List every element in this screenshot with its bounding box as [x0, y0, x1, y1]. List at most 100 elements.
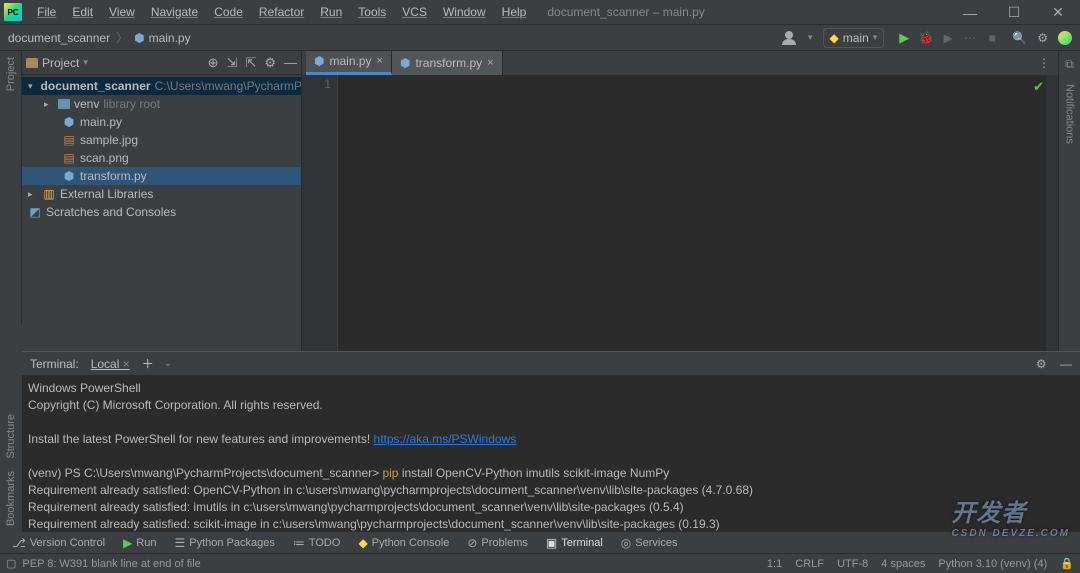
editor-tab-transform[interactable]: ⬢ transform.py ×: [392, 51, 503, 75]
image-file-icon: ▤: [62, 133, 76, 147]
menu-refactor[interactable]: Refactor: [252, 3, 311, 21]
chevron-down-icon: ▾: [873, 32, 878, 43]
terminal-tab-local[interactable]: Local ×: [89, 355, 132, 373]
libraries-icon: ▥: [42, 187, 56, 201]
tree-external-libraries[interactable]: ▸ ▥ External Libraries: [22, 185, 301, 203]
tree-sample-jpg[interactable]: ▤ sample.jpg: [22, 131, 301, 149]
caret-position[interactable]: 1:1: [767, 558, 782, 570]
notifications-stripe-button[interactable]: Notifications: [1064, 84, 1076, 144]
folder-icon: [58, 99, 70, 109]
tool-run[interactable]: ▶Run: [117, 536, 162, 550]
menu-tools[interactable]: Tools: [351, 3, 393, 21]
collapse-all-icon[interactable]: ⇱: [245, 55, 256, 71]
tree-item-label: main.py: [80, 115, 122, 129]
pycharm-logo-icon: PC: [4, 3, 22, 21]
read-lock-icon[interactable]: 🔒: [1060, 558, 1074, 570]
terminal-line: Requirement already satisfied: scikit-im…: [28, 516, 1074, 531]
menu-edit[interactable]: Edit: [65, 3, 100, 21]
close-tab-icon[interactable]: ×: [487, 57, 493, 69]
hide-terminal-icon[interactable]: —: [1060, 357, 1072, 371]
settings-gear-icon[interactable]: [264, 55, 276, 71]
tree-project-root[interactable]: ▾ document_scanner C:\Users\mwang\Pychar…: [22, 77, 301, 95]
tab-options-icon[interactable]: ⋮: [1038, 56, 1050, 70]
chevron-down-icon[interactable]: ▾: [83, 57, 88, 68]
breadcrumb-project[interactable]: document_scanner: [8, 31, 110, 45]
run-coverage-icon[interactable]: ▶: [938, 28, 958, 48]
menu-file[interactable]: File: [30, 3, 63, 21]
project-stripe-button[interactable]: Project: [5, 57, 17, 91]
debug-button-icon[interactable]: 🐞: [916, 28, 936, 48]
indent-setting[interactable]: 4 spaces: [881, 558, 925, 570]
terminal-line: Windows PowerShell: [28, 380, 1074, 397]
profile-icon[interactable]: ⋯: [960, 28, 980, 48]
python-file-icon: ⬢: [62, 115, 76, 129]
bookmarks-stripe-button[interactable]: Bookmarks: [5, 471, 17, 526]
python-icon: ◆: [830, 31, 839, 45]
tool-todo[interactable]: ≔TODO: [287, 536, 347, 550]
settings-gear-icon[interactable]: [1037, 31, 1048, 45]
user-menu-arrow-icon[interactable]: ▾: [808, 32, 813, 43]
hide-panel-icon[interactable]: —: [284, 55, 297, 70]
python-interpreter[interactable]: Python 3.10 (venv) (4): [938, 558, 1047, 570]
editor-tab-label: main.py: [329, 54, 371, 68]
select-opened-file-icon[interactable]: ⊕: [208, 55, 219, 71]
terminal-link[interactable]: https://aka.ms/PSWindows: [374, 432, 517, 446]
editor-area: ⬢ main.py × ⬢ transform.py × ⋮ 1 ✔: [302, 51, 1058, 351]
terminal-output[interactable]: Windows PowerShell Copyright (C) Microso…: [22, 376, 1080, 531]
line-separator[interactable]: CRLF: [795, 558, 824, 570]
services-icon: ◎: [621, 536, 631, 550]
menu-navigate[interactable]: Navigate: [144, 3, 205, 21]
menu-code[interactable]: Code: [207, 3, 250, 21]
breadcrumb-file-label: main.py: [149, 31, 191, 45]
user-icon[interactable]: [782, 31, 798, 45]
window-minimize-icon[interactable]: —: [948, 0, 992, 25]
terminal-icon: ▣: [546, 536, 557, 550]
menu-run[interactable]: Run: [313, 3, 349, 21]
tool-services[interactable]: ◎Services: [615, 536, 684, 550]
menu-help[interactable]: Help: [495, 3, 534, 21]
tree-item-label: transform.py: [80, 169, 147, 183]
tree-venv[interactable]: ▸ venv library root: [22, 95, 301, 113]
code-editor[interactable]: 1 ✔: [302, 75, 1058, 351]
window-maximize-icon[interactable]: ☐: [992, 0, 1036, 25]
breadcrumb-file[interactable]: ⬢ main.py: [134, 31, 191, 45]
file-encoding[interactable]: UTF-8: [837, 558, 868, 570]
terminal-dropdown-icon[interactable]: ⌄: [164, 358, 172, 369]
run-icon: ▶: [123, 536, 132, 550]
close-tab-icon[interactable]: ×: [123, 357, 130, 371]
tool-problems[interactable]: ⊘Problems: [461, 536, 534, 550]
notifications-stripe-icon[interactable]: ⧉: [1065, 57, 1074, 72]
inspection-ok-icon[interactable]: ✔: [1033, 79, 1044, 95]
tool-terminal[interactable]: ▣Terminal: [540, 536, 609, 550]
tool-window-toggle-icon[interactable]: ▢: [6, 557, 16, 570]
structure-stripe-button[interactable]: Structure: [5, 414, 17, 459]
tool-version-control[interactable]: ⎇Version Control: [6, 536, 111, 550]
tree-main-py[interactable]: ⬢ main.py: [22, 113, 301, 131]
problems-icon: ⊘: [467, 536, 477, 550]
project-tool-window: Project ▾ ⊕ ⇲ ⇱ — ▾ document_scanner C:\…: [22, 51, 302, 351]
tree-transform-py[interactable]: ⬢ transform.py: [22, 167, 301, 185]
error-stripe: [1046, 75, 1058, 351]
expand-all-icon[interactable]: ⇲: [227, 55, 238, 71]
terminal-line: Requirement already satisfied: imutils i…: [28, 499, 1074, 516]
editor-tab-label: transform.py: [415, 56, 482, 70]
close-tab-icon[interactable]: ×: [377, 55, 383, 67]
search-everywhere-icon[interactable]: 🔍: [1012, 31, 1027, 45]
tree-scan-png[interactable]: ▤ scan.png: [22, 149, 301, 167]
menu-vcs[interactable]: VCS: [395, 3, 434, 21]
stop-icon[interactable]: ■: [982, 28, 1002, 48]
tool-python-console[interactable]: ◆Python Console: [352, 536, 455, 550]
run-button-icon[interactable]: ▶: [894, 28, 914, 48]
window-close-icon[interactable]: ✕: [1036, 0, 1080, 25]
run-config-label: main: [843, 31, 869, 45]
new-terminal-icon[interactable]: ＋: [142, 355, 154, 372]
menu-view[interactable]: View: [102, 3, 142, 21]
editor-tab-main[interactable]: ⬢ main.py ×: [306, 51, 392, 75]
project-panel-title[interactable]: Project: [42, 56, 79, 70]
run-config-selector[interactable]: ◆ main ▾: [823, 28, 885, 48]
terminal-settings-icon[interactable]: [1036, 357, 1047, 371]
code-with-me-icon[interactable]: [1058, 31, 1072, 45]
menu-window[interactable]: Window: [436, 3, 493, 21]
tool-python-packages[interactable]: ☰Python Packages: [168, 536, 280, 550]
tree-scratches[interactable]: ◩ Scratches and Consoles: [22, 203, 301, 221]
